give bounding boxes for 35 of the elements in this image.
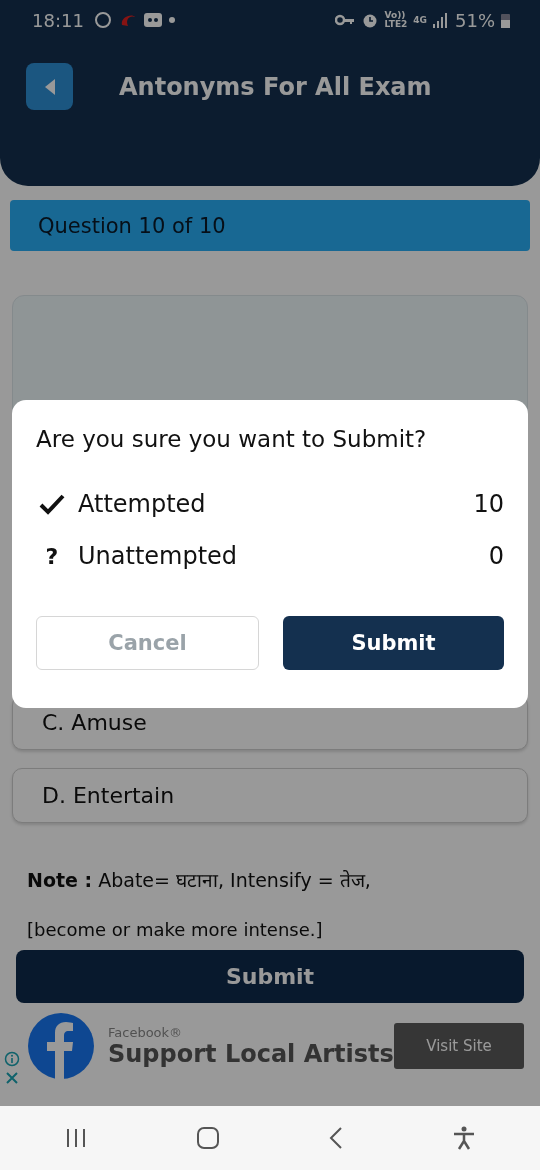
home-icon[interactable] [197, 1127, 219, 1149]
option-card[interactable]: D. Entertain [12, 768, 528, 823]
battery-icon [501, 12, 510, 28]
status-count: 0 [488, 542, 504, 570]
close-icon[interactable] [5, 1071, 19, 1085]
ad-headline: Support Local Artists [108, 1039, 394, 1068]
network-type: 4G [413, 15, 427, 25]
check-icon [39, 493, 65, 515]
question-counter: Question 10 of 10 [10, 200, 530, 251]
back-button[interactable] [26, 63, 73, 110]
network-label: Vo)) LTE2 [384, 11, 408, 29]
note-text: Note : Abate= घटाना, Intensify = तेज, [27, 868, 372, 893]
question-mark: ? [45, 543, 59, 569]
battery-percent: 51% [455, 9, 495, 31]
info-icon[interactable] [4, 1051, 20, 1067]
submit-button[interactable]: Submit [16, 950, 524, 1003]
dot-icon [167, 16, 176, 24]
status-label: Attempted [78, 490, 207, 518]
accessibility-icon[interactable] [453, 1126, 475, 1150]
status-count: 10 [473, 490, 504, 518]
status-label: Unattempted [78, 542, 239, 570]
key-icon [334, 14, 355, 26]
app-title: Antonyms For All Exam [119, 72, 432, 101]
facebook-logo-icon [28, 1013, 94, 1079]
voicemail-icon [143, 13, 162, 27]
dialog-title: Are you sure you want to Submit? [36, 426, 428, 452]
note-detail: [become or make more intense.] [27, 919, 324, 940]
status-time: 18:11 [32, 9, 84, 31]
visit-site-button[interactable]: Visit Site [394, 1023, 524, 1069]
triangle-icon [44, 78, 55, 95]
back-icon[interactable] [329, 1127, 343, 1149]
confirm-submit-button[interactable]: Submit [283, 616, 504, 670]
advertiser-name: Facebook® [108, 1024, 184, 1040]
signal-icon [433, 12, 449, 28]
recent-apps-icon[interactable] [65, 1128, 87, 1148]
